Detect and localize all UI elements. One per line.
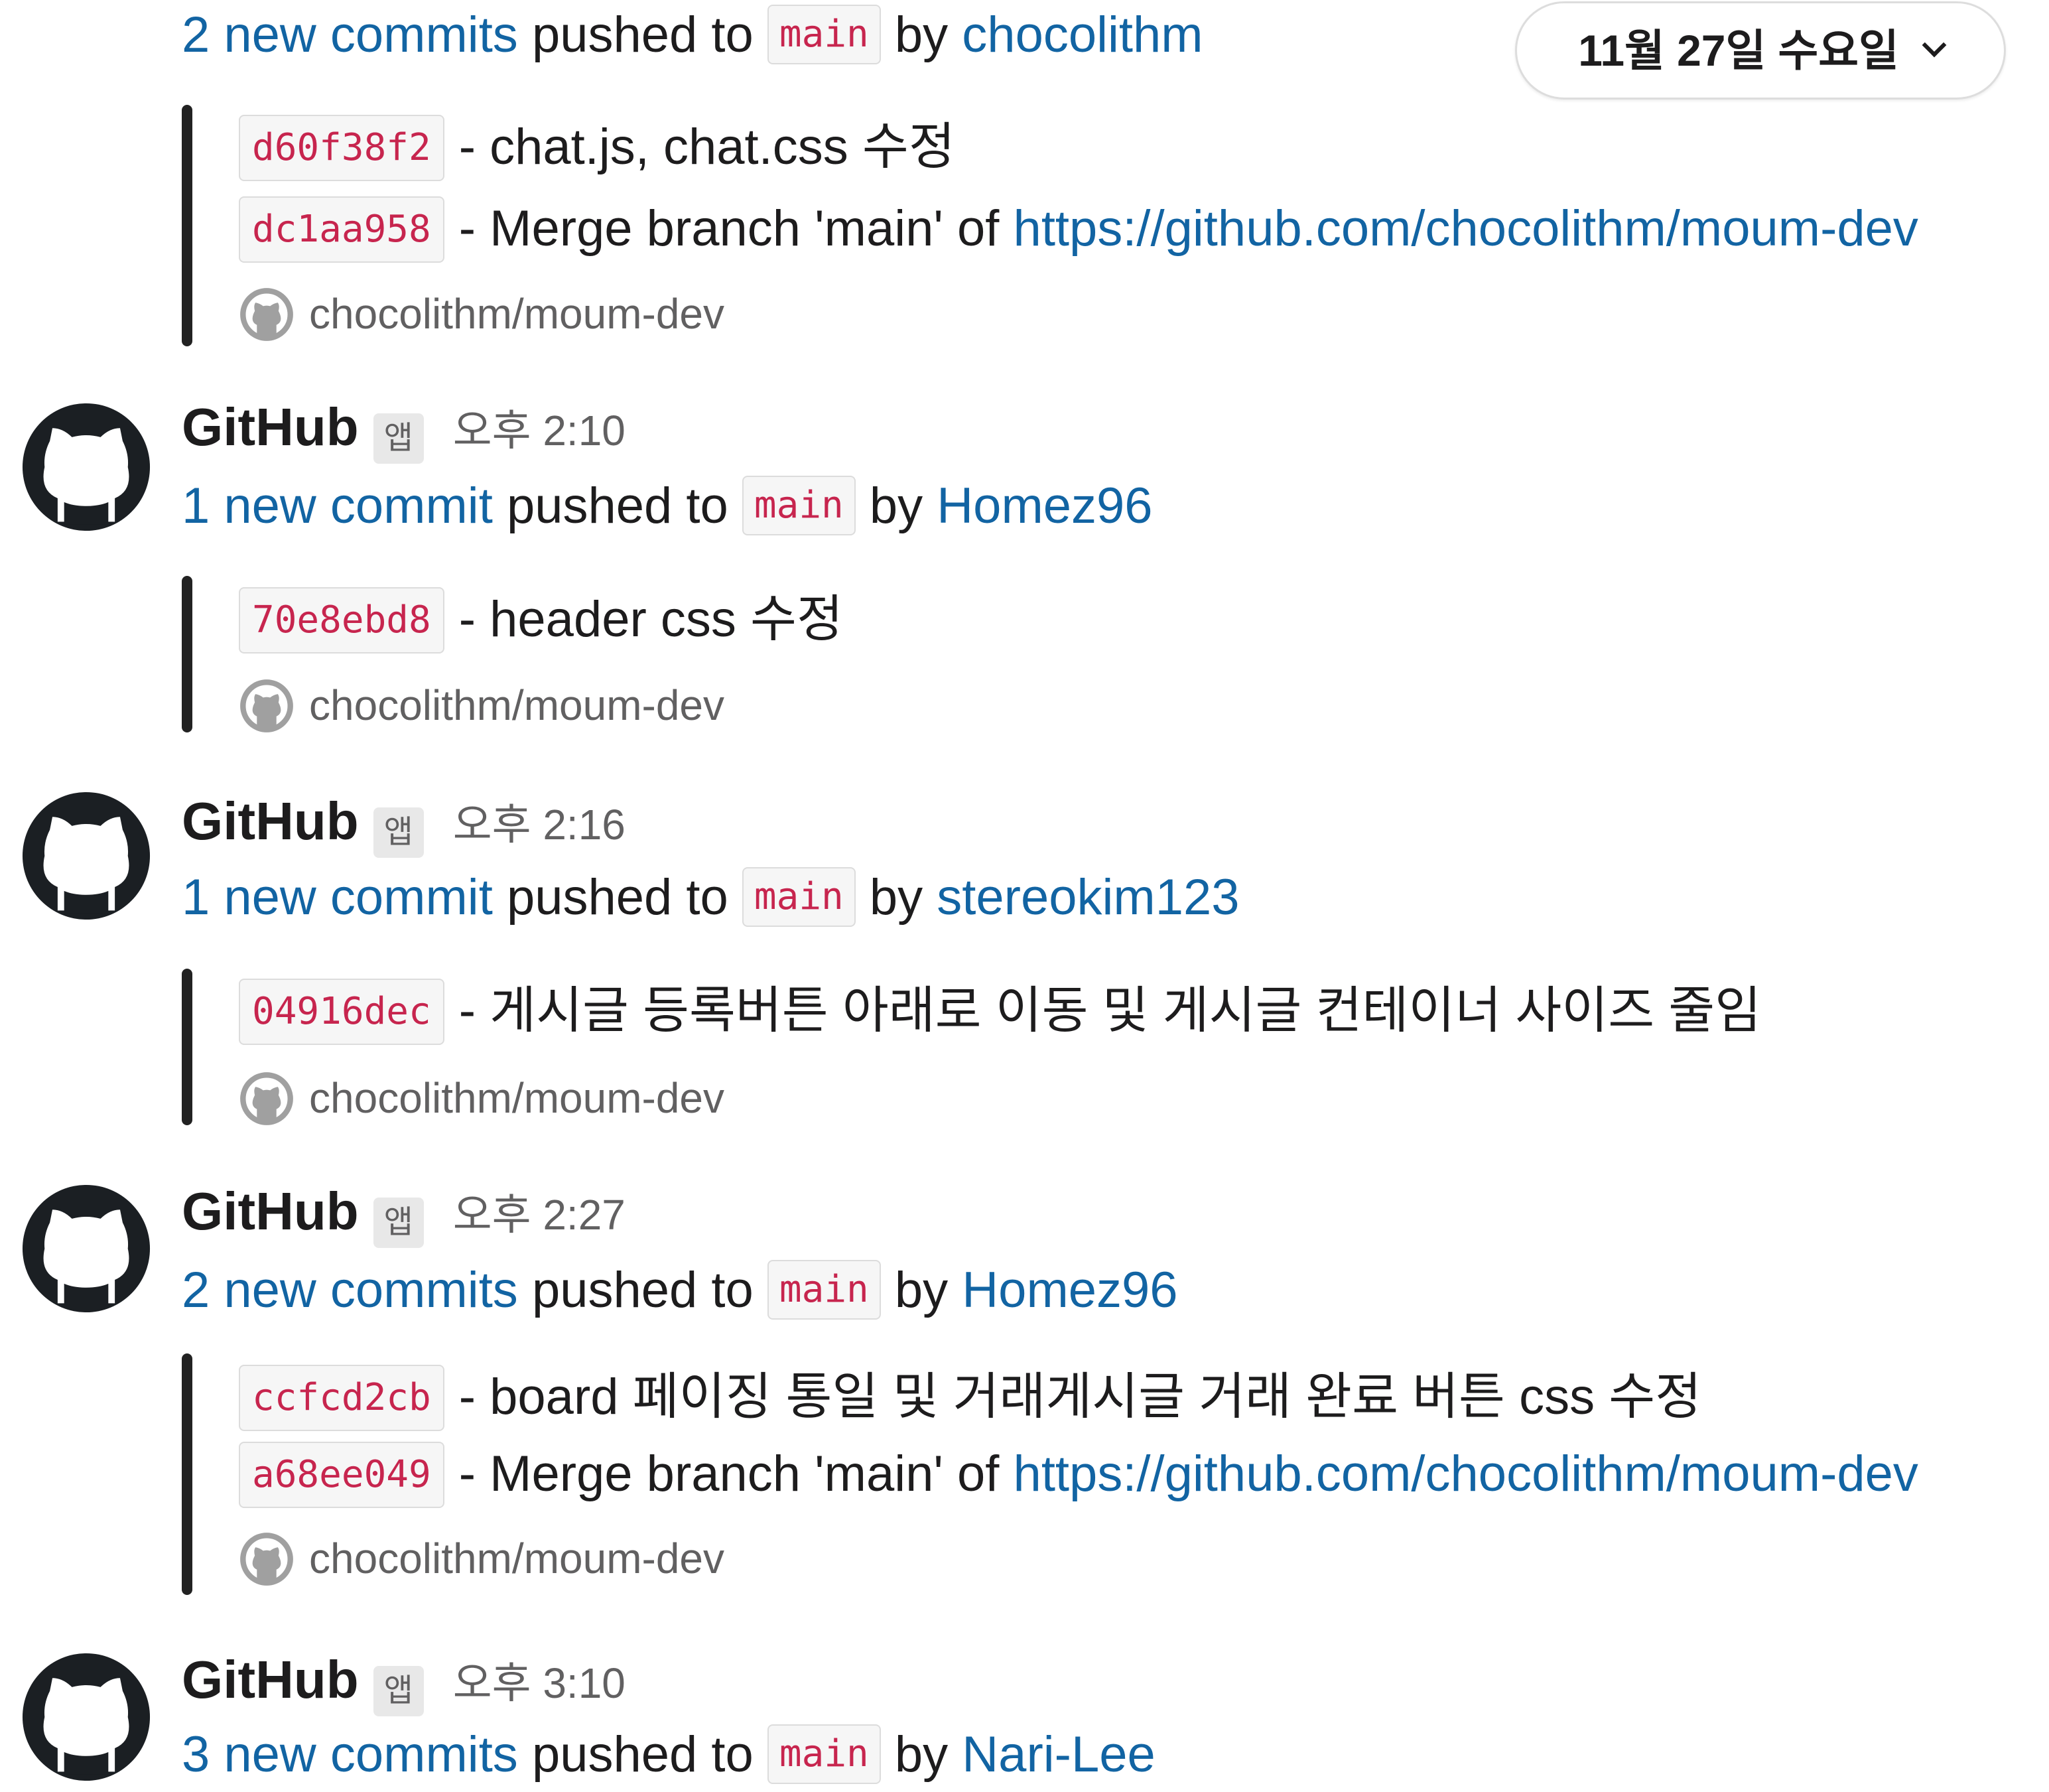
app-badge: 앱 xyxy=(373,1197,424,1248)
commit-message: - chat.js, chat.css 수정 xyxy=(458,119,955,175)
message-header: GitHub 앱 오후 3:10 xyxy=(182,1647,626,1716)
date-divider-button[interactable]: 11월 27일 수요일 xyxy=(1515,1,2006,100)
commit-message: - Merge branch 'main' of xyxy=(458,200,1014,257)
repo-name: chocolithm/moum-dev xyxy=(309,290,724,338)
commit-sha-link[interactable]: dc1aa958 xyxy=(239,196,444,263)
repo-name: chocolithm/moum-dev xyxy=(309,1535,724,1582)
push-summary: 1 new commit pushed to main by stereokim… xyxy=(182,866,1240,928)
repo-footer[interactable]: chocolithm/moum-dev xyxy=(239,284,724,344)
commit-message: - board 페이징 통일 및 거래게시글 거래 완료 버튼 css 수정 xyxy=(458,1369,1702,1425)
repo-url-link[interactable]: https://github.com/chocolithm/moum-dev xyxy=(1014,1446,1918,1502)
push-summary: 2 new commits pushed to main by Homez96 xyxy=(182,1259,1178,1320)
branch-name: main xyxy=(767,1724,881,1784)
github-logo-icon xyxy=(240,679,293,732)
github-octocat-icon[interactable] xyxy=(21,1184,151,1314)
attachment-bar xyxy=(182,576,192,732)
commit-sha-link[interactable]: ccfcd2cb xyxy=(239,1364,444,1431)
app-badge: 앱 xyxy=(373,807,424,858)
commit-row: 04916dec - 게시글 등록버튼 아래로 이동 및 게시글 컨테이너 사이즈… xyxy=(239,978,1762,1045)
sender-name[interactable]: GitHub xyxy=(182,792,359,851)
github-octocat-icon[interactable] xyxy=(21,1652,151,1782)
message-timestamp[interactable]: 오후 2:10 xyxy=(453,407,626,454)
author-link[interactable]: Homez96 xyxy=(937,478,1152,534)
commit-sha-link[interactable]: a68ee049 xyxy=(239,1441,444,1508)
repo-name: chocolithm/moum-dev xyxy=(309,681,724,729)
commit-sha-link[interactable]: 70e8ebd8 xyxy=(239,586,444,654)
attachment-bar xyxy=(182,105,192,346)
commit-sha-link[interactable]: d60f38f2 xyxy=(239,114,444,181)
github-octocat-icon[interactable] xyxy=(21,402,151,532)
commit-message: - Merge branch 'main' of xyxy=(458,1446,1014,1502)
chevron-down-icon xyxy=(1922,33,1947,58)
commit-count-link[interactable]: 1 new commit xyxy=(182,478,493,534)
branch-name: main xyxy=(742,475,856,535)
github-logo-icon xyxy=(240,288,293,341)
branch-name: main xyxy=(767,1259,881,1320)
app-badge: 앱 xyxy=(373,1665,424,1716)
commit-count-link[interactable]: 1 new commit xyxy=(182,869,493,926)
commit-row: ccfcd2cb - board 페이징 통일 및 거래게시글 거래 완료 버튼 … xyxy=(239,1364,1702,1431)
push-summary: 1 new commit pushed to main by Homez96 xyxy=(182,475,1153,536)
date-divider-label: 11월 27일 수요일 xyxy=(1578,26,1899,75)
commit-row: a68ee049- Merge branch 'main' of https:/… xyxy=(239,1441,1918,1508)
author-link[interactable]: Nari-Lee xyxy=(962,1726,1155,1783)
commit-count-link[interactable]: 2 new commits xyxy=(182,7,518,63)
message-timestamp[interactable]: 오후 2:16 xyxy=(453,801,626,849)
sender-name[interactable]: GitHub xyxy=(182,397,359,456)
author-link[interactable]: Homez96 xyxy=(962,1262,1177,1318)
repo-footer[interactable]: chocolithm/moum-dev xyxy=(239,1529,724,1588)
github-logo-icon xyxy=(240,1072,293,1125)
sender-name[interactable]: GitHub xyxy=(182,1650,359,1709)
branch-name: main xyxy=(767,4,881,64)
repo-footer[interactable]: chocolithm/moum-dev xyxy=(239,675,724,735)
repo-name: chocolithm/moum-dev xyxy=(309,1074,724,1122)
author-link[interactable]: stereokim123 xyxy=(937,869,1239,926)
commit-row: 70e8ebd8- header css 수정 xyxy=(239,586,843,654)
github-logo-icon xyxy=(240,1533,293,1586)
attachment-bar xyxy=(182,1353,192,1595)
app-badge: 앱 xyxy=(373,413,424,464)
push-summary: 3 new commits pushed to main by Nari-Lee xyxy=(182,1724,1156,1785)
commit-message: - header css 수정 xyxy=(458,591,843,648)
commit-sha-link[interactable]: 04916dec xyxy=(239,978,444,1045)
author-link[interactable]: chocolithm xyxy=(962,7,1203,63)
attachment-bar xyxy=(182,969,192,1125)
commit-message: - 게시글 등록버튼 아래로 이동 및 게시글 컨테이너 사이즈 줄임 xyxy=(458,983,1762,1039)
commit-row: dc1aa958- Merge branch 'main' of https:/… xyxy=(239,196,1918,263)
message-timestamp[interactable]: 오후 2:27 xyxy=(453,1191,626,1239)
message-header: GitHub 앱 오후 2:10 xyxy=(182,394,626,464)
commit-count-link[interactable]: 2 new commits xyxy=(182,1262,518,1318)
commit-count-link[interactable]: 3 new commits xyxy=(182,1726,518,1783)
repo-footer[interactable]: chocolithm/moum-dev xyxy=(239,1068,724,1128)
sender-name[interactable]: GitHub xyxy=(182,1182,359,1241)
message-header: GitHub 앱 오후 2:27 xyxy=(182,1178,626,1248)
branch-name: main xyxy=(742,866,856,927)
message-header: GitHub 앱 오후 2:16 xyxy=(182,788,626,858)
message-timestamp[interactable]: 오후 3:10 xyxy=(453,1659,626,1707)
repo-url-link[interactable]: https://github.com/chocolithm/moum-dev xyxy=(1014,200,1918,257)
push-summary: 2 new commits pushed to main by chocolit… xyxy=(182,4,1203,65)
github-octocat-icon[interactable] xyxy=(21,791,151,921)
commit-row: d60f38f2- chat.js, chat.css 수정 xyxy=(239,114,955,181)
